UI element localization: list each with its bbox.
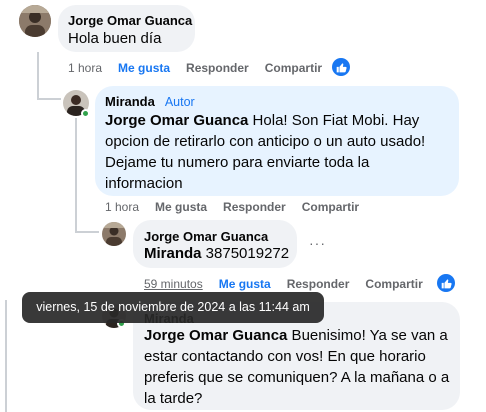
comment-author[interactable]: Jorge Omar Guanca bbox=[144, 229, 268, 244]
more-options-icon[interactable]: ··· bbox=[309, 235, 326, 251]
comment-actions: 59 minutos Me gusta Responder Compartir bbox=[144, 277, 439, 291]
comment-author[interactable]: Jorge Omar Guanca bbox=[68, 13, 192, 28]
comment-body: 3875019272 bbox=[201, 245, 290, 262]
thread-line-left bbox=[5, 300, 7, 412]
comment-text: Miranda 3875019272 bbox=[144, 243, 289, 264]
like-reaction-badge[interactable] bbox=[437, 274, 455, 292]
timestamp-link[interactable]: 1 hora bbox=[105, 200, 139, 214]
timestamp-link[interactable]: 59 minutos bbox=[144, 277, 203, 291]
like-button[interactable]: Me gusta bbox=[155, 200, 207, 214]
thumbs-up-icon bbox=[441, 278, 452, 288]
comment-actions: 1 hora Me gusta Responder Compartir bbox=[105, 200, 375, 214]
share-button[interactable]: Compartir bbox=[265, 61, 322, 75]
timestamp-tooltip: viernes, 15 de noviembre de 2024 a las 1… bbox=[22, 292, 324, 323]
thumbs-up-icon bbox=[336, 62, 347, 72]
reply-button[interactable]: Responder bbox=[186, 61, 249, 75]
thread-line-curve-2 bbox=[75, 231, 99, 233]
reply-button[interactable]: Responder bbox=[287, 277, 350, 291]
reply-button[interactable]: Responder bbox=[223, 200, 286, 214]
comment-author[interactable]: Miranda Autor bbox=[105, 94, 195, 109]
timestamp-link[interactable]: 1 hora bbox=[68, 61, 102, 75]
avatar[interactable] bbox=[19, 5, 51, 37]
thread-line-main bbox=[37, 52, 39, 100]
comment-actions: 1 hora Me gusta Responder Compartir bbox=[68, 61, 338, 75]
like-reaction-badge[interactable] bbox=[332, 58, 350, 76]
avatar[interactable] bbox=[102, 222, 126, 246]
author-name[interactable]: Miranda bbox=[105, 94, 155, 109]
comment-text: Jorge Omar Guanca Hola! Son Fiat Mobi. H… bbox=[105, 110, 451, 194]
comment-text: Hola buen día bbox=[68, 30, 162, 47]
comment-bubble: Jorge Omar Guanca Miranda 3875019272 bbox=[133, 220, 297, 268]
like-button[interactable]: Me gusta bbox=[118, 61, 170, 75]
comment-text: Jorge Omar Guanca Buenisimo! Ya se van a… bbox=[144, 325, 452, 409]
mention-link[interactable]: Jorge Omar Guanca bbox=[105, 112, 248, 129]
user-photo-icon bbox=[19, 5, 51, 37]
mention-link[interactable]: Jorge Omar Guanca bbox=[144, 327, 287, 344]
user-photo-icon bbox=[102, 222, 126, 246]
mention-link[interactable]: Miranda bbox=[144, 245, 202, 262]
comment-bubble: Miranda Autor Jorge Omar Guanca Hola! Son… bbox=[95, 86, 459, 196]
comment-bubble: Jorge Omar Guanca Hola buen día bbox=[58, 5, 195, 52]
share-button[interactable]: Compartir bbox=[365, 277, 422, 291]
like-button[interactable]: Me gusta bbox=[219, 277, 271, 291]
thread-line-reply bbox=[75, 118, 77, 232]
thread-line-curve-1 bbox=[37, 98, 61, 100]
author-badge: Autor bbox=[164, 95, 195, 109]
share-button[interactable]: Compartir bbox=[302, 200, 359, 214]
online-status-dot bbox=[81, 109, 90, 118]
